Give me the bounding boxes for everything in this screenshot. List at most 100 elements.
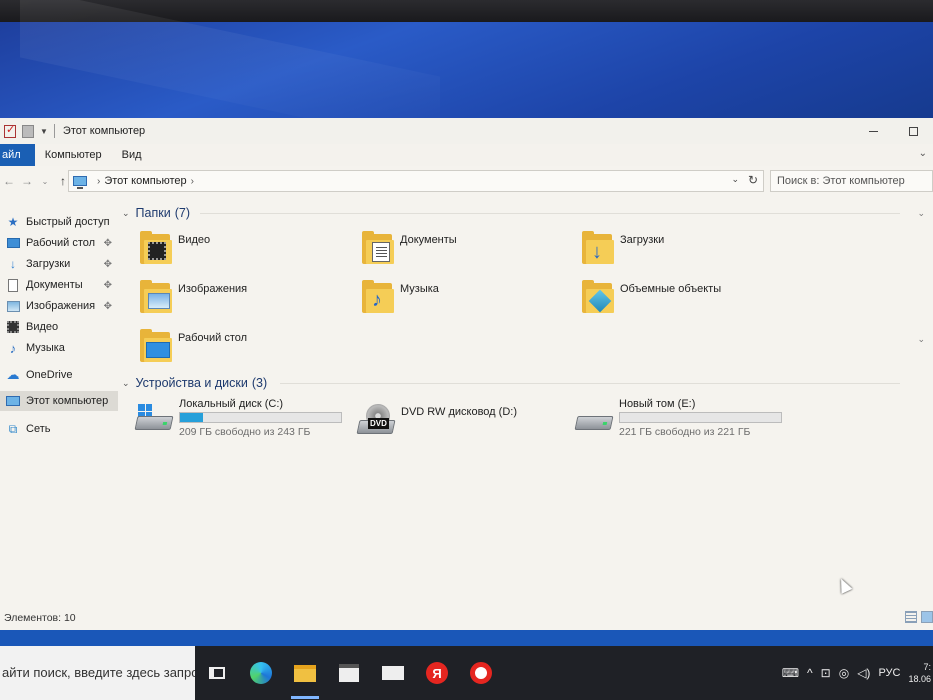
windows-drive-icon <box>134 404 174 434</box>
meet-now-icon[interactable]: ⊡ <box>821 666 831 680</box>
tiles-view-icon[interactable] <box>921 611 933 623</box>
group-title: Папки <box>135 206 171 220</box>
collapse-chevron-icon[interactable]: ⌄ <box>122 208 130 219</box>
drive-usage-bar <box>619 412 782 423</box>
keyboard-icon[interactable]: ⌨ <box>782 666 799 680</box>
video-folder-icon <box>138 230 172 266</box>
sidebar-item-quick-access[interactable]: ★ Быстрый доступ <box>0 212 118 232</box>
sidebar-item-downloads[interactable]: ↓ Загрузки ✥ <box>0 254 118 274</box>
documents-folder-icon <box>360 230 394 266</box>
folder-3d-objects[interactable]: Объемные объекты <box>580 279 780 323</box>
yandex-browser-button[interactable] <box>461 653 501 693</box>
sidebar-item-label: Рабочий стол <box>26 237 96 249</box>
show-hidden-icons-icon[interactable]: ^ <box>807 666 813 680</box>
properties-icon[interactable] <box>4 123 16 138</box>
file-explorer-icon <box>294 664 316 682</box>
drive-usage-bar <box>179 412 342 423</box>
folder-label: Изображения <box>178 283 248 295</box>
customize-toolbar-icon[interactable]: ▼ <box>40 127 48 136</box>
title-bar: ▼ Этот компьютер <box>0 118 933 144</box>
drive-c[interactable]: Локальный диск (C:) 209 ГБ свободно из 2… <box>134 398 356 448</box>
group-divider <box>280 383 900 384</box>
taskbar: айти поиск, введите здесь запрос Я ⌨ ^ ⊡… <box>0 646 933 700</box>
folder-label: Рабочий стол <box>178 332 248 344</box>
task-view-button[interactable] <box>197 653 237 693</box>
clock-time: 7: <box>923 662 931 672</box>
cloud-icon: ☁ <box>6 367 20 382</box>
sidebar-item-pictures[interactable]: Изображения ✥ <box>0 296 118 316</box>
sidebar-item-this-pc[interactable]: Этот компьютер <box>0 391 118 411</box>
expand-ribbon-icon[interactable]: ⌄ <box>919 148 927 159</box>
yandex-button[interactable]: Я <box>417 653 457 693</box>
network-tray-icon[interactable]: ◎ <box>839 666 849 680</box>
desktop-folder-icon <box>138 328 172 364</box>
3d-objects-folder-icon <box>580 279 614 315</box>
file-explorer-window: ▼ Этот компьютер айл Компьютер Вид ⌄ ← →… <box>0 118 933 630</box>
address-bar[interactable]: › Этот компьютер › ⌄ ↻ <box>68 170 764 192</box>
documents-icon <box>8 278 18 292</box>
details-view-icon[interactable] <box>905 611 917 623</box>
item-count: Элементов: 10 <box>4 612 76 624</box>
drive-d[interactable]: DVD DVD RW дисковод (D:) <box>356 398 558 448</box>
breadcrumb-this-pc[interactable]: Этот компьютер <box>104 175 186 187</box>
breadcrumb-chevron-icon[interactable]: › <box>191 176 194 187</box>
sidebar-item-music[interactable]: ♪ Музыка <box>0 338 118 358</box>
folder-label: Загрузки <box>620 234 665 246</box>
folder-video[interactable]: Видео <box>138 230 338 274</box>
scroll-indicator-icon: ⌄ <box>917 334 925 344</box>
download-icon: ↓ <box>10 257 16 271</box>
taskbar-search-input[interactable]: айти поиск, введите здесь запрос <box>0 646 195 700</box>
edge-icon <box>250 662 272 684</box>
language-indicator[interactable]: РУС <box>878 667 900 679</box>
group-title: Устройства и диски <box>135 376 248 390</box>
desktop-wallpaper <box>0 22 933 122</box>
folders-group-header[interactable]: ⌄ Папки (7) <box>122 204 190 222</box>
mail-button[interactable] <box>373 653 413 693</box>
folder-label: Видео <box>178 234 211 246</box>
maximize-icon <box>908 126 918 136</box>
group-count: (3) <box>251 376 268 390</box>
video-icon <box>7 321 19 333</box>
folder-documents[interactable]: Документы <box>360 230 560 274</box>
folder-pictures[interactable]: Изображения <box>138 279 338 323</box>
edge-button[interactable] <box>241 653 281 693</box>
sidebar-item-desktop[interactable]: Рабочий стол ✥ <box>0 233 118 253</box>
maximize-button[interactable] <box>893 118 933 144</box>
recent-locations-icon[interactable]: ⌄ <box>36 177 54 186</box>
sidebar-item-label: Загрузки <box>26 258 71 270</box>
forward-arrow-icon[interactable]: → <box>18 174 36 188</box>
back-arrow-icon[interactable]: ← <box>0 174 18 188</box>
sidebar-item-onedrive[interactable]: ☁ OneDrive <box>0 365 118 385</box>
folder-desktop[interactable]: Рабочий стол <box>138 328 338 372</box>
file-explorer-button[interactable] <box>285 653 325 699</box>
network-icon: ⧉ <box>8 421 18 436</box>
refresh-icon[interactable]: ↻ <box>748 173 758 187</box>
new-folder-icon[interactable] <box>22 124 34 138</box>
minimize-icon <box>868 130 878 132</box>
star-icon: ★ <box>7 215 19 229</box>
breadcrumb-chevron-icon[interactable]: › <box>97 176 100 187</box>
minimize-button[interactable] <box>853 118 893 144</box>
desktop-icon <box>6 238 20 248</box>
sidebar-item-network[interactable]: ⧉ Сеть <box>0 419 118 439</box>
drives-group-header[interactable]: ⌄ Устройства и диски (3) <box>122 374 267 392</box>
folder-music[interactable]: ♪ Музыка <box>360 279 560 323</box>
group-count: (7) <box>174 206 190 220</box>
folder-label: Музыка <box>400 283 439 295</box>
computer-icon <box>73 176 87 189</box>
window-title: Этот компьютер <box>62 125 146 137</box>
tab-view[interactable]: Вид <box>112 144 152 166</box>
tab-computer[interactable]: Компьютер <box>35 144 112 166</box>
address-dropdown-icon[interactable]: ⌄ <box>731 174 739 185</box>
drive-e[interactable]: Новый том (E:) 221 ГБ свободно из 221 ГБ <box>574 398 796 448</box>
folder-downloads[interactable]: ↓ Загрузки <box>580 230 780 274</box>
clock[interactable]: 7: 18.06 <box>908 661 931 685</box>
volume-icon[interactable]: ◁) <box>857 666 870 680</box>
sidebar-item-label: Сеть <box>26 423 51 435</box>
tab-file[interactable]: айл <box>0 144 35 166</box>
collapse-chevron-icon[interactable]: ⌄ <box>122 378 130 389</box>
search-input[interactable]: Поиск в: Этот компьютер <box>770 170 933 192</box>
sidebar-item-video[interactable]: Видео <box>0 317 118 337</box>
sidebar-item-documents[interactable]: Документы ✥ <box>0 275 118 295</box>
store-button[interactable] <box>329 653 369 693</box>
